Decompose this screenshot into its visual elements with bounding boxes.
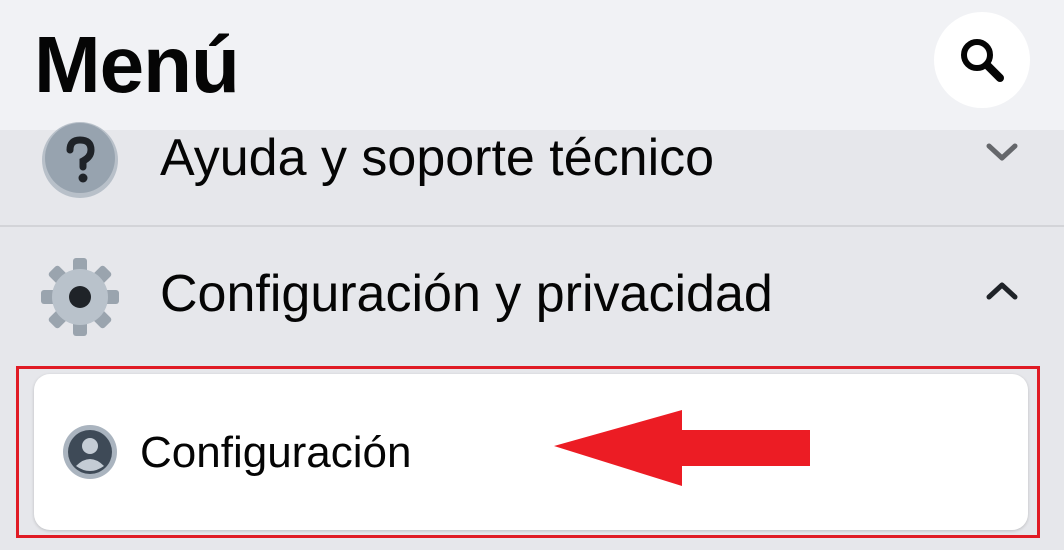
menu-item-help-label: Ayuda y soporte técnico bbox=[160, 129, 715, 187]
question-icon bbox=[42, 122, 118, 198]
chevron-up-icon[interactable] bbox=[984, 279, 1020, 303]
chevron-down-icon[interactable] bbox=[984, 140, 1020, 164]
menu-item-settings-privacy-label: Configuración y privacidad bbox=[160, 265, 773, 323]
gear-icon bbox=[41, 258, 119, 336]
menu-item-settings-privacy[interactable]: Configuración y privacidad bbox=[0, 227, 1064, 365]
menu-header: Menú bbox=[0, 0, 1064, 130]
annotation-arrow-icon bbox=[554, 410, 810, 486]
search-icon bbox=[961, 39, 1004, 82]
user-avatar-icon bbox=[63, 425, 117, 479]
page-title: Menú bbox=[34, 20, 240, 109]
submenu-item-settings[interactable]: Configuración bbox=[34, 374, 1028, 530]
search-button[interactable] bbox=[934, 12, 1030, 108]
submenu-item-settings-label: Configuración bbox=[140, 428, 412, 477]
menu-item-help[interactable]: Ayuda y soporte técnico bbox=[0, 122, 1064, 227]
